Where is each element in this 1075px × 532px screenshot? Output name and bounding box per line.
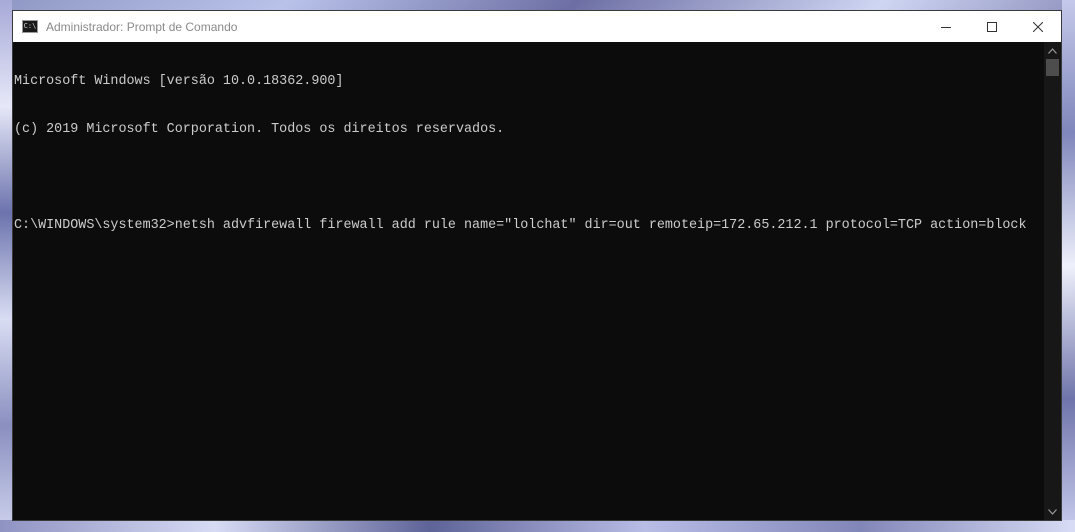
- window-controls: [923, 11, 1061, 42]
- desktop-wallpaper-right: [1062, 0, 1075, 532]
- command-prompt-window[interactable]: C:\ Administrador: Prompt de Comando Mic…: [12, 10, 1062, 521]
- window-title: Administrador: Prompt de Comando: [46, 19, 238, 34]
- title-bar[interactable]: C:\ Administrador: Prompt de Comando: [13, 11, 1061, 42]
- chevron-down-icon: [1048, 508, 1057, 515]
- console-output[interactable]: Microsoft Windows [versão 10.0.18362.900…: [13, 42, 1044, 520]
- console-line: Microsoft Windows [versão 10.0.18362.900…: [14, 74, 344, 89]
- scroll-up-button[interactable]: [1044, 42, 1061, 59]
- desktop-wallpaper-left: [0, 0, 12, 532]
- console-line: (c) 2019 Microsoft Corporation. Todos os…: [14, 122, 505, 137]
- maximize-icon: [987, 21, 997, 32]
- scrollbar-thumb[interactable]: [1046, 59, 1059, 76]
- console-text: Microsoft Windows [versão 10.0.18362.900…: [14, 42, 1027, 266]
- desktop-wallpaper-bottom: [0, 520, 1075, 532]
- minimize-button[interactable]: [923, 11, 969, 42]
- maximize-button[interactable]: [969, 11, 1015, 42]
- close-icon: [1033, 21, 1043, 32]
- console-line: C:\WINDOWS\system32>netsh advfirewall fi…: [14, 218, 1027, 233]
- vertical-scrollbar[interactable]: [1044, 42, 1061, 520]
- minimize-icon: [941, 26, 951, 28]
- close-button[interactable]: [1015, 11, 1061, 42]
- cmd-icon[interactable]: C:\: [22, 20, 38, 33]
- chevron-up-icon: [1048, 47, 1057, 54]
- scroll-down-button[interactable]: [1044, 503, 1061, 520]
- cmd-icon-glyph: C:\: [23, 22, 37, 30]
